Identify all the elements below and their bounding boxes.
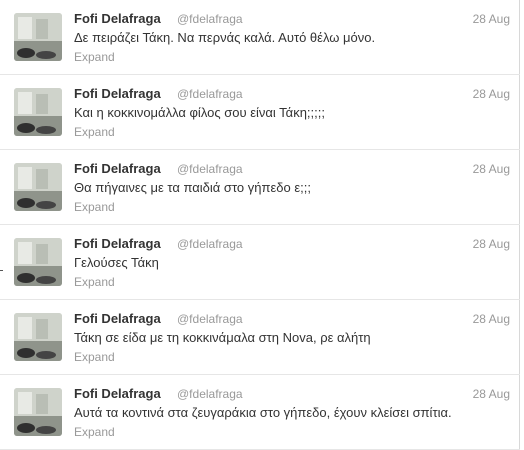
author-name[interactable]: Fofi Delafraga — [74, 161, 161, 176]
avatar[interactable] — [14, 238, 62, 286]
author-handle[interactable]: @fdelafraga — [177, 87, 243, 101]
author-handle[interactable]: @fdelafraga — [177, 12, 243, 26]
edge-mark — [0, 270, 3, 271]
author-handle[interactable]: @fdelafraga — [177, 387, 243, 401]
tweet-item[interactable]: Fofi Delafraga @fdelafraga 28 Aug Τάκη σ… — [0, 300, 520, 375]
avatar[interactable] — [14, 388, 62, 436]
author-handle[interactable]: @fdelafraga — [177, 312, 243, 326]
author-handle[interactable]: @fdelafraga — [177, 237, 243, 251]
author-name[interactable]: Fofi Delafraga — [74, 11, 161, 26]
author-name[interactable]: Fofi Delafraga — [74, 236, 161, 251]
tweet-item[interactable]: Fofi Delafraga @fdelafraga 28 Aug Αυτά τ… — [0, 375, 520, 450]
expand-link[interactable]: Expand — [74, 425, 115, 439]
tweet-item[interactable]: Fofi Delafraga @fdelafraga 28 Aug Θα πήγ… — [0, 150, 520, 225]
expand-link[interactable]: Expand — [74, 200, 115, 214]
tweet-timestamp[interactable]: 28 Aug — [473, 387, 510, 401]
tweet-text: Δε πειράζει Τάκη. Να περνάς καλά. Αυτό θ… — [74, 30, 376, 45]
tweet-timestamp[interactable]: 28 Aug — [473, 237, 510, 251]
tweet-timestamp[interactable]: 28 Aug — [473, 312, 510, 326]
expand-link[interactable]: Expand — [74, 50, 115, 64]
author-name[interactable]: Fofi Delafraga — [74, 386, 161, 401]
tweet-text: Τάκη σε είδα με τη κοκκινάμαλα στη Nova,… — [74, 330, 371, 345]
avatar[interactable] — [14, 13, 62, 61]
avatar[interactable] — [14, 313, 62, 361]
expand-link[interactable]: Expand — [74, 125, 115, 139]
tweet-timeline: Fofi Delafraga @fdelafraga 28 Aug Δε πει… — [0, 0, 520, 450]
author-name[interactable]: Fofi Delafraga — [74, 311, 161, 326]
tweet-timestamp[interactable]: 28 Aug — [473, 87, 510, 101]
tweet-timestamp[interactable]: 28 Aug — [473, 162, 510, 176]
author-handle[interactable]: @fdelafraga — [177, 162, 243, 176]
avatar[interactable] — [14, 88, 62, 136]
tweet-text: Αυτά τα κοντινά στα ζευγαράκια στο γήπεδ… — [74, 405, 452, 420]
expand-link[interactable]: Expand — [74, 275, 115, 289]
tweet-timestamp[interactable]: 28 Aug — [473, 12, 510, 26]
avatar[interactable] — [14, 163, 62, 211]
tweet-item[interactable]: Fofi Delafraga @fdelafraga 28 Aug Γελούσ… — [0, 225, 520, 300]
expand-link[interactable]: Expand — [74, 350, 115, 364]
tweet-text: Θα πήγαινες με τα παιδιά στο γήπεδο ε;;; — [74, 180, 311, 195]
tweet-item[interactable]: Fofi Delafraga @fdelafraga 28 Aug Και η … — [0, 75, 520, 150]
author-name[interactable]: Fofi Delafraga — [74, 86, 161, 101]
tweet-text: Και η κοκκινομάλλα φίλος σου είναι Τάκη;… — [74, 105, 325, 120]
tweet-text: Γελούσες Τάκη — [74, 255, 159, 270]
tweet-item[interactable]: Fofi Delafraga @fdelafraga 28 Aug Δε πει… — [0, 0, 520, 75]
